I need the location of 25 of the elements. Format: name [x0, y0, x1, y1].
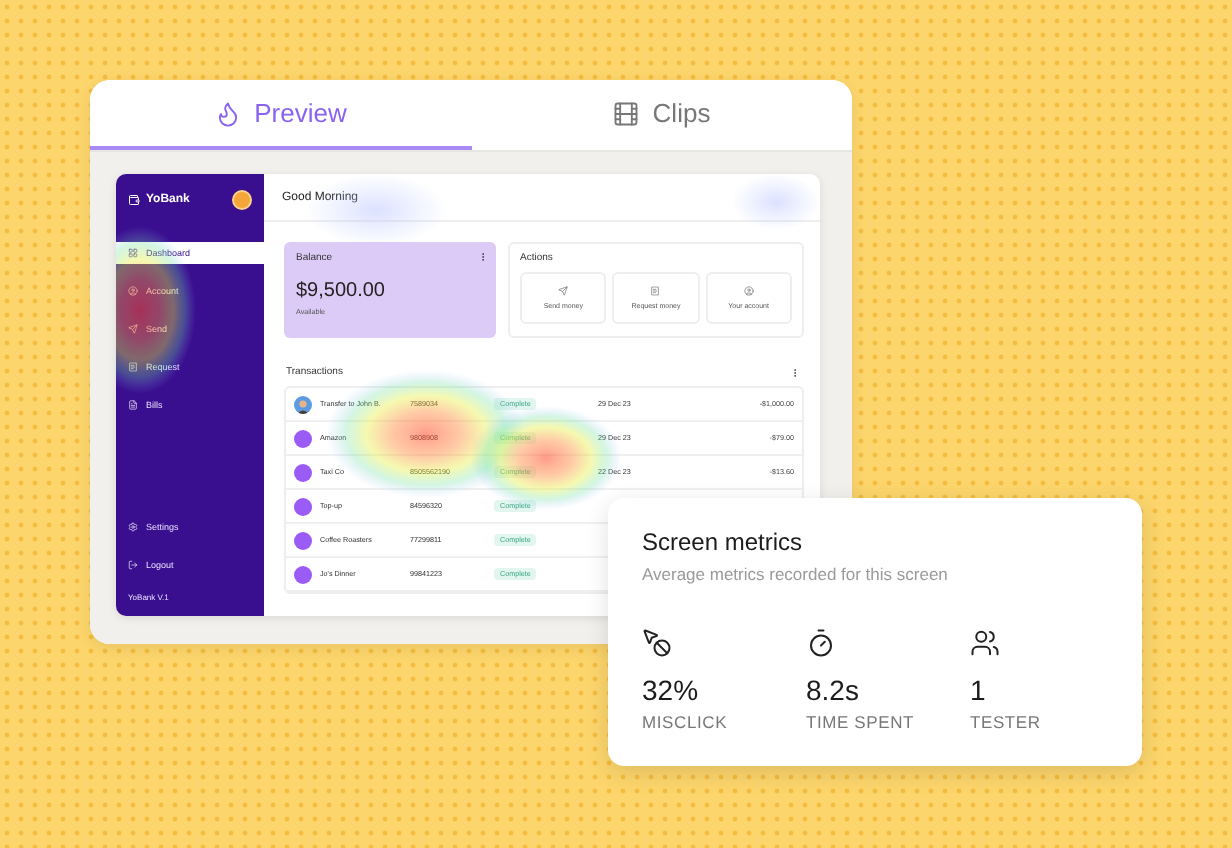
receipt-icon: [650, 286, 661, 296]
wallet-icon: [128, 194, 140, 206]
logout-icon: [128, 560, 138, 570]
settings-icon: [128, 522, 138, 532]
metrics-title: Screen metrics: [642, 528, 805, 556]
film-icon: [612, 99, 641, 127]
balance-amount: $9,500.00: [296, 280, 387, 302]
avatar: [294, 395, 312, 413]
metric-label: TESTER: [970, 712, 1041, 732]
document-icon: [128, 400, 138, 410]
flame-icon: [214, 99, 243, 127]
send-icon: [558, 286, 569, 296]
metric-label: MISCLICK: [642, 712, 728, 732]
user-icon: [743, 286, 754, 296]
tab[interactable]: Clips: [471, 80, 852, 150]
stopwatch-icon: [806, 628, 836, 658]
metric-value: 1: [970, 674, 986, 706]
metrics-subtitle: Average metrics recorded for this screen: [642, 564, 950, 584]
metric-value: 32%: [642, 674, 699, 706]
users-icon: [970, 628, 1000, 658]
metric-label: TIME SPENT: [806, 712, 915, 732]
tab[interactable]: Preview: [90, 80, 471, 150]
metric-value: 8.2s: [806, 674, 859, 706]
pointer-ban-icon: [642, 628, 672, 658]
avatar: [232, 190, 252, 210]
